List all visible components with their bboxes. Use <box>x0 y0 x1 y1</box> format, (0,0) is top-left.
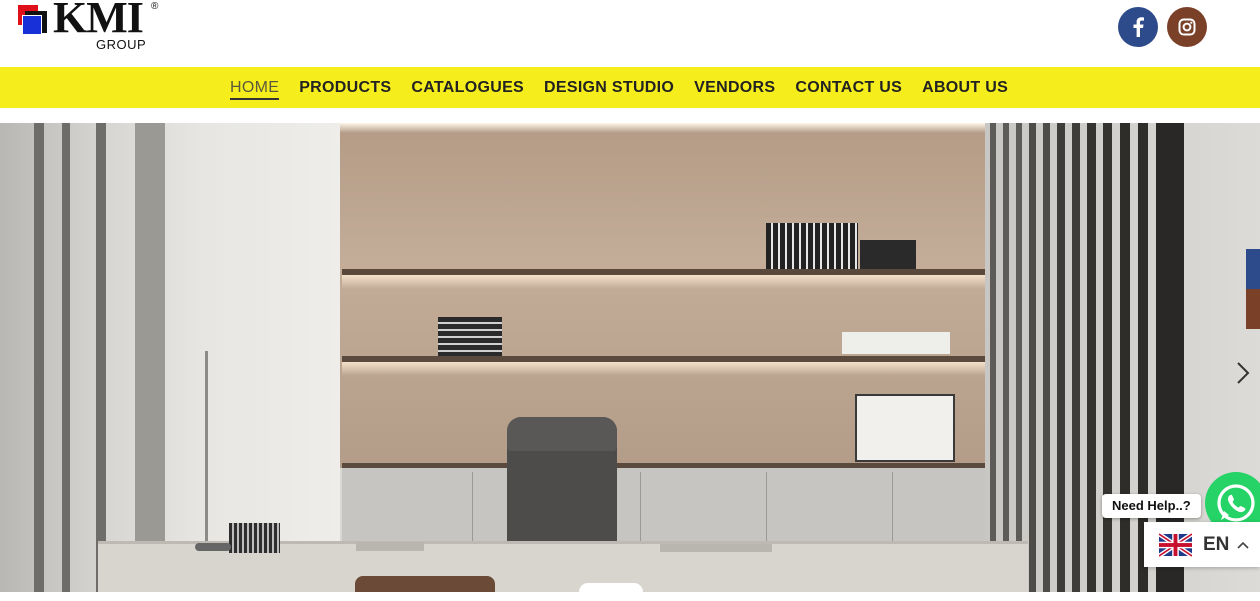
hero-wall-slat <box>62 123 70 592</box>
hero-wall-slat <box>1003 123 1009 592</box>
side-instagram-tab[interactable] <box>1246 289 1260 329</box>
hero-desk-pad <box>660 544 772 552</box>
facebook-icon <box>1133 17 1144 37</box>
instagram-icon <box>1178 18 1196 36</box>
hero-shelf-glow <box>342 360 988 376</box>
hero-left-wall <box>0 123 340 592</box>
uk-flag-icon <box>1159 531 1192 558</box>
hero-wall-slat <box>990 123 996 592</box>
hero-slider[interactable] <box>0 123 1260 592</box>
logo-brand-text: KMI <box>53 0 144 42</box>
nav-item-products[interactable]: PRODUCTS <box>299 79 391 97</box>
kmi-group-logo[interactable]: KMI ® GROUP <box>17 0 167 54</box>
whatsapp-icon <box>1217 484 1255 522</box>
hero-desk-tray <box>195 543 231 551</box>
language-selector[interactable]: EN <box>1144 522 1260 567</box>
logo-registered-mark: ® <box>151 1 159 12</box>
facebook-button[interactable] <box>1118 7 1158 47</box>
hero-picture-frame <box>855 394 955 462</box>
hero-wall-slat <box>135 123 165 592</box>
hero-white-box <box>842 332 950 354</box>
nav-item-design-studio[interactable]: DESIGN STUDIO <box>544 79 674 97</box>
hero-wall-handle <box>205 351 208 551</box>
hero-desk-pad <box>356 542 424 551</box>
site-header: KMI ® GROUP <box>0 0 1260 67</box>
slider-pagination[interactable] <box>579 583 643 601</box>
nav-menu: HOME PRODUCTS CATALOGUES DESIGN STUDIO V… <box>230 67 1008 108</box>
hero-wall-slat <box>1016 123 1022 592</box>
nav-item-about-us[interactable]: ABOUT US <box>922 79 1008 97</box>
nav-item-vendors[interactable]: VENDORS <box>694 79 775 97</box>
hero-pen-holder <box>229 523 280 553</box>
hero-wall-slat <box>1120 123 1130 592</box>
hero-chair-headrest <box>507 417 617 451</box>
hero-books <box>860 240 916 269</box>
logo-blue-square <box>22 15 42 35</box>
nav-item-home[interactable]: HOME <box>230 79 280 100</box>
hero-shelf <box>342 269 988 275</box>
hero-shelf-glow <box>342 273 988 289</box>
hero-wall-slat <box>1029 123 1036 592</box>
hero-book-stack <box>438 317 502 356</box>
main-navigation: HOME PRODUCTS CATALOGUES DESIGN STUDIO V… <box>0 67 1260 108</box>
slider-next-button[interactable] <box>1230 359 1254 387</box>
hero-wall-slat <box>1103 123 1112 592</box>
hero-wall-slat <box>34 123 44 592</box>
hero-wall-slat <box>1072 123 1080 592</box>
nav-item-catalogues[interactable]: CATALOGUES <box>411 79 524 97</box>
hero-shelf <box>342 356 988 362</box>
hero-wall-slat <box>1043 123 1050 592</box>
language-code: EN <box>1203 533 1230 555</box>
need-help-label[interactable]: Need Help..? <box>1102 494 1201 518</box>
side-facebook-tab[interactable] <box>1246 249 1260 289</box>
logo-group-text: GROUP <box>96 37 147 52</box>
hero-books <box>766 223 858 269</box>
chevron-right-icon <box>1237 362 1250 384</box>
hero-guest-chair <box>355 576 495 592</box>
chevron-up-icon <box>1237 541 1249 549</box>
instagram-button[interactable] <box>1167 7 1207 47</box>
nav-item-contact-us[interactable]: CONTACT US <box>795 79 902 97</box>
hero-ceiling-light <box>340 123 990 133</box>
hero-wall-slat <box>1057 123 1065 592</box>
hero-wall-slat <box>1087 123 1096 592</box>
hero-wall-slat <box>96 123 106 592</box>
